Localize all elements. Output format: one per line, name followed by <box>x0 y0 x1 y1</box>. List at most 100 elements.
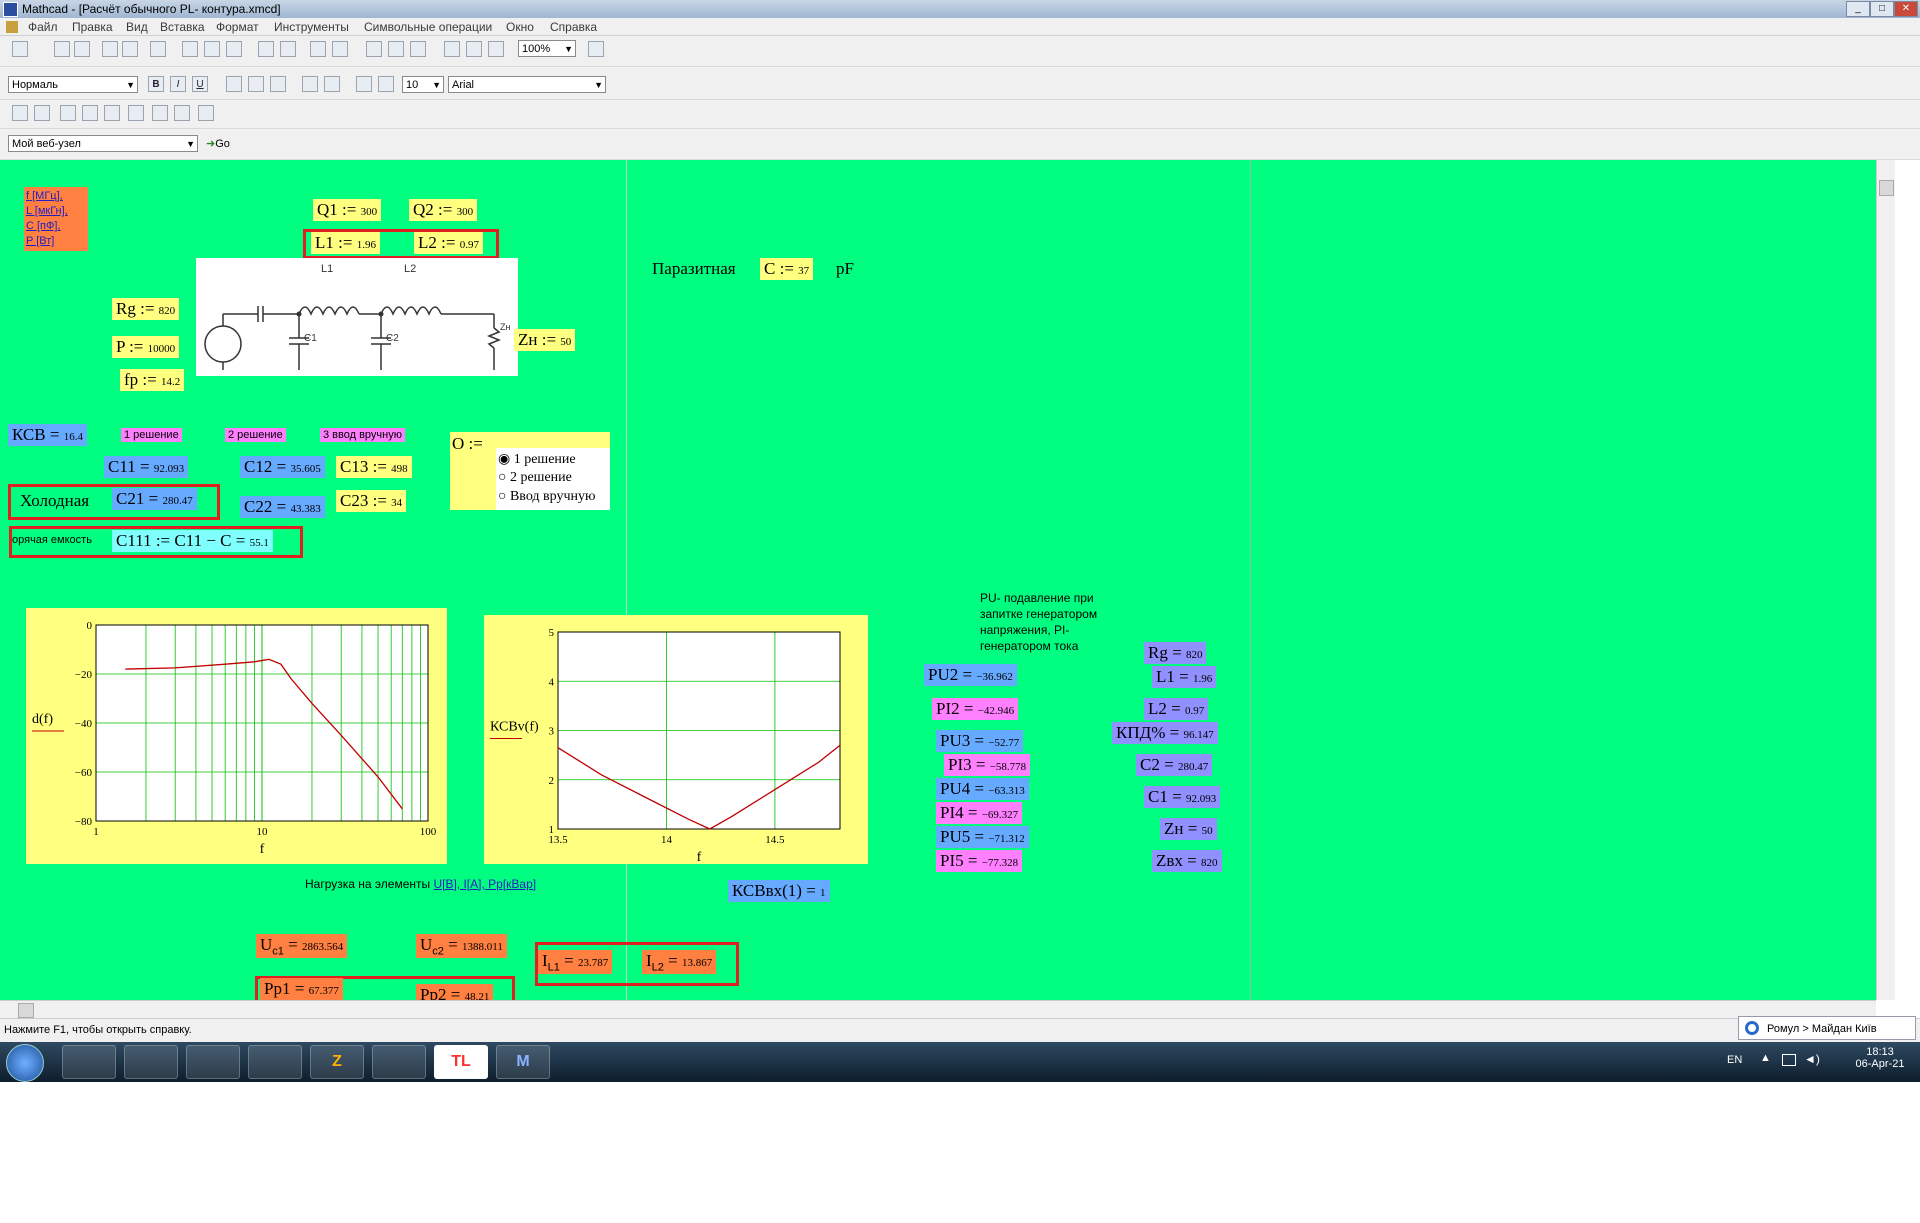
l1-result[interactable]: L1 = 1.96 <box>1152 666 1217 688</box>
ksbvx-result[interactable]: КСВвх(1) = 1 <box>728 880 830 902</box>
boolean-icon[interactable] <box>128 105 144 121</box>
italic-button[interactable]: I <box>170 76 186 92</box>
rg-result[interactable]: Rg = 820 <box>1144 642 1207 664</box>
il1-result[interactable]: IL1 = 23.787 <box>538 950 613 975</box>
radio-option-2[interactable]: ○ 2 решение <box>498 470 572 486</box>
radio-widget[interactable]: Ромул > Майдан Київ <box>1738 1016 1916 1040</box>
go-button[interactable]: ➜Go <box>206 137 230 150</box>
bold-button[interactable]: B <box>148 76 164 92</box>
spellcheck-icon[interactable] <box>150 41 166 57</box>
redo-icon[interactable] <box>280 41 296 57</box>
rg-definition[interactable]: Rg := 820 <box>112 298 180 320</box>
pu2-result[interactable]: PU2 = −36.962 <box>924 664 1017 686</box>
swr-plot-region[interactable]: 13.5 14 14.5 1 2 3 4 5 f КСВv(f) <box>484 615 868 865</box>
close-button[interactable]: ✕ <box>1894 1 1918 17</box>
save-icon[interactable] <box>74 41 90 57</box>
c23-definition[interactable]: C23 := 34 <box>336 490 407 512</box>
help-icon[interactable] <box>588 41 604 57</box>
zoom-select[interactable]: 100% ▼ <box>518 40 576 57</box>
c1-result[interactable]: C1 = 92.093 <box>1144 786 1221 808</box>
font-size-select[interactable]: 10 ▼ <box>402 76 444 93</box>
scroll-thumb[interactable] <box>18 1003 34 1018</box>
q1-definition[interactable]: Q1 := 300 <box>313 199 382 221</box>
pi4-result[interactable]: PI4 = −69.327 <box>936 802 1023 824</box>
align-top-icon[interactable] <box>310 41 326 57</box>
graph-icon[interactable] <box>34 105 50 121</box>
radio-option-1[interactable]: ◉ 1 решение <box>498 451 576 468</box>
p-definition[interactable]: P := 10000 <box>112 336 180 358</box>
menu-symbolics[interactable]: Символьные операции <box>364 20 492 34</box>
c111-definition[interactable]: C111 := C11 − C = 55.1 <box>112 530 273 552</box>
taskbar-chrome-icon[interactable] <box>186 1045 240 1079</box>
taskbar-app-icon[interactable] <box>372 1045 426 1079</box>
zvx-result[interactable]: Zвх = 820 <box>1152 850 1222 872</box>
window-icon[interactable] <box>488 41 504 57</box>
underline-button[interactable]: U <box>192 76 208 92</box>
c13-definition[interactable]: C13 := 498 <box>336 456 412 478</box>
pp1-result[interactable]: Pp1 = 67.377 <box>260 978 343 1000</box>
load-caption-link[interactable]: U[В], I[А], Pp[кВар] <box>433 877 536 891</box>
document-icon[interactable] <box>6 21 18 33</box>
align-left-icon[interactable] <box>226 76 242 92</box>
horizontal-scrollbar[interactable] <box>0 1000 1876 1019</box>
pu4-result[interactable]: PU4 = −63.313 <box>936 778 1029 800</box>
scroll-thumb[interactable] <box>1879 180 1894 196</box>
zn-result[interactable]: Zн = 50 <box>1160 818 1217 840</box>
open-icon[interactable] <box>54 41 70 57</box>
worksheet[interactable]: f [МГц], L [мкГн], C [пФ], P [Вт] Q1 := … <box>0 160 1876 1000</box>
menu-edit[interactable]: Правка <box>72 20 113 34</box>
evaluation-icon[interactable] <box>82 105 98 121</box>
minimize-button[interactable]: _ <box>1846 1 1870 17</box>
align-right-icon[interactable] <box>270 76 286 92</box>
insert-unit-icon[interactable] <box>388 41 404 57</box>
c12-result[interactable]: C12 = 35.605 <box>240 456 325 478</box>
pi2-result[interactable]: PI2 = −42.946 <box>932 698 1019 720</box>
align-bottom-icon[interactable] <box>332 41 348 57</box>
align-center-icon[interactable] <box>248 76 264 92</box>
vertical-scrollbar[interactable] <box>1876 160 1895 1000</box>
menu-insert[interactable]: Вставка <box>160 20 205 34</box>
print-icon[interactable] <box>102 41 118 57</box>
language-indicator[interactable]: EN <box>1727 1054 1742 1066</box>
style-select[interactable]: Нормаль ▼ <box>8 76 138 93</box>
pi5-result[interactable]: PI5 = −77.328 <box>936 850 1023 872</box>
greek-icon[interactable] <box>174 105 190 121</box>
fp-definition[interactable]: fp := 14.2 <box>120 369 185 391</box>
taskbar-app-icon[interactable] <box>124 1045 178 1079</box>
network-icon[interactable] <box>1782 1054 1796 1066</box>
zn-definition[interactable]: Zн := 50 <box>514 329 576 351</box>
menu-tools[interactable]: Инструменты <box>274 20 349 34</box>
symbolic-icon[interactable] <box>198 105 214 121</box>
font-select[interactable]: Arial ▼ <box>448 76 606 93</box>
resource-center-icon[interactable] <box>466 41 482 57</box>
insert-function-icon[interactable] <box>366 41 382 57</box>
ksb-result[interactable]: КСВ = 16.4 <box>8 424 87 446</box>
calculate-icon[interactable] <box>410 41 426 57</box>
new-icon[interactable] <box>12 41 28 57</box>
subscript-icon[interactable] <box>378 76 394 92</box>
c22-result[interactable]: C22 = 43.383 <box>240 496 325 518</box>
print-preview-icon[interactable] <box>122 41 138 57</box>
pp2-result[interactable]: Pp2 = 48.21 <box>416 984 494 1000</box>
taskbar-app-icon[interactable]: TL <box>434 1045 488 1079</box>
c21-result[interactable]: C21 = 280.47 <box>112 488 197 510</box>
l2-result[interactable]: L2 = 0.97 <box>1144 698 1209 720</box>
taskbar-app-icon[interactable]: Z <box>310 1045 364 1079</box>
taskbar-mathcad-icon[interactable]: M <box>496 1045 550 1079</box>
undo-icon[interactable] <box>258 41 274 57</box>
copy-icon[interactable] <box>204 41 220 57</box>
taskbar-app-icon[interactable] <box>248 1045 302 1079</box>
menu-window[interactable]: Окно <box>506 20 534 34</box>
programming-icon[interactable] <box>152 105 168 121</box>
menu-help[interactable]: Справка <box>550 20 597 34</box>
efficiency-result[interactable]: КПД% = 96.147 <box>1112 722 1218 744</box>
web-node-select[interactable]: Мой веб-узел ▼ <box>8 135 198 152</box>
menu-view[interactable]: Вид <box>126 20 148 34</box>
menu-format[interactable]: Формат <box>216 20 259 34</box>
volume-icon[interactable]: ◄) <box>1804 1052 1820 1066</box>
q2-definition[interactable]: Q2 := 300 <box>409 199 478 221</box>
calculator-icon[interactable] <box>12 105 28 121</box>
numbering-icon[interactable] <box>324 76 340 92</box>
uc2-result[interactable]: Uc2 = 1388.011 <box>416 934 507 959</box>
c2-result[interactable]: C2 = 280.47 <box>1136 754 1213 776</box>
